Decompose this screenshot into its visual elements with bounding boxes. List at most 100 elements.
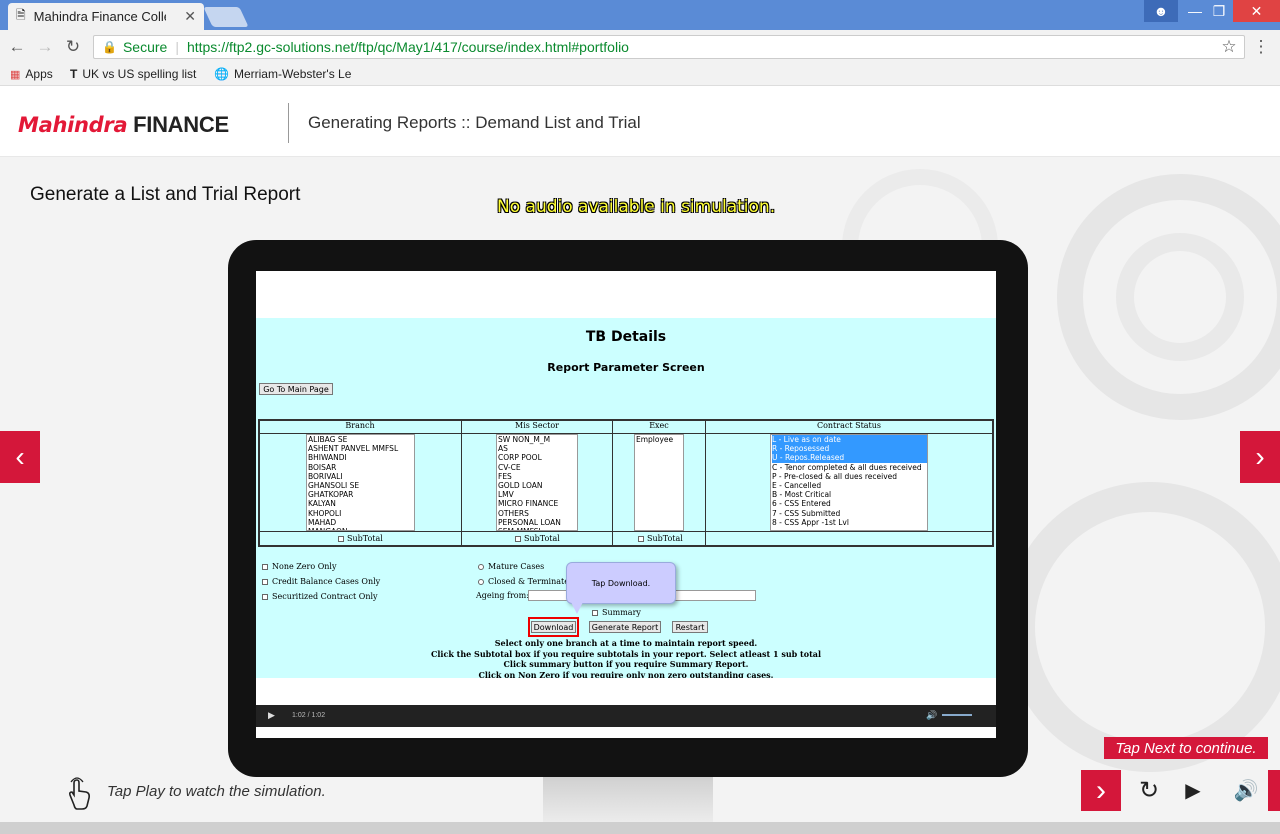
subtotal-label: SubTotal bbox=[524, 534, 560, 543]
list-option[interactable]: R - Reposessed bbox=[772, 444, 927, 454]
list-option[interactable]: GOLD LOAN bbox=[498, 481, 577, 490]
list-option[interactable]: U - Repos.Released bbox=[772, 453, 927, 463]
list-option[interactable]: ALIBAG SE bbox=[308, 435, 414, 444]
browser-tab[interactable]: 🗎 Mahindra Finance Collec ✕ bbox=[8, 3, 204, 30]
list-option[interactable]: AS bbox=[498, 444, 577, 453]
list-option[interactable]: SEM-MMFSL bbox=[498, 527, 577, 530]
list-option[interactable]: P - Pre-closed & all dues received bbox=[772, 472, 927, 481]
tap-next-hint: Tap Next to continue. bbox=[1104, 737, 1268, 759]
audio-notice: No audio available in simulation. bbox=[497, 197, 776, 217]
bookmark-label: Merriam-Webster's Le bbox=[233, 67, 352, 81]
next-button[interactable]: › bbox=[1081, 770, 1121, 811]
ageing-label: Ageing from: bbox=[476, 591, 529, 600]
main-page-button[interactable]: Go To Main Page bbox=[259, 383, 333, 395]
restore-button[interactable]: ❐ bbox=[1202, 0, 1236, 22]
status-listbox[interactable]: L - Live as on date R - Reposessed U - Rep… bbox=[770, 434, 928, 531]
video-volume-slider[interactable] bbox=[942, 714, 972, 716]
play-button[interactable]: ▶ bbox=[1171, 770, 1215, 811]
header-divider bbox=[288, 103, 289, 143]
bookmark-merriam[interactable]: 🌐 Merriam-Webster's Le bbox=[214, 67, 351, 81]
close-window-button[interactable]: ✕ bbox=[1233, 0, 1280, 22]
forward-icon[interactable]: → bbox=[34, 36, 56, 58]
subtotal-checkbox[interactable] bbox=[338, 535, 344, 542]
list-option[interactable]: E - Cancelled bbox=[772, 481, 927, 490]
list-option[interactable]: LMV bbox=[498, 490, 577, 499]
globe-icon: 🌐 bbox=[214, 67, 229, 81]
option-securitized[interactable]: Securitized Contract Only bbox=[262, 592, 378, 601]
list-option[interactable]: ASHENT PANVEL MMFSL bbox=[308, 444, 414, 453]
bookmark-label: Apps bbox=[25, 67, 53, 81]
page-icon: 🗎 bbox=[16, 8, 26, 22]
option-checkbox[interactable] bbox=[262, 593, 268, 600]
option-radio[interactable] bbox=[478, 563, 484, 570]
bookmark-apps[interactable]: ▦ Apps bbox=[10, 67, 53, 81]
list-option[interactable]: CORP POOL bbox=[498, 453, 577, 462]
brand-mahindra: Mahindra bbox=[18, 113, 128, 137]
branch-listbox[interactable]: ALIBAG SE ASHENT PANVEL MMFSL BHIWANDI BOIS… bbox=[306, 434, 415, 531]
option-mature-cases[interactable]: Mature Cases bbox=[478, 562, 544, 571]
list-option[interactable]: MAHAD bbox=[308, 518, 414, 527]
next-slide-side-button[interactable]: › bbox=[1240, 431, 1280, 483]
replay-icon: ↻ bbox=[1138, 777, 1160, 804]
option-closed-terminated[interactable]: Closed & Terminated bbox=[478, 577, 574, 586]
list-option[interactable]: SW NON_M_M bbox=[498, 435, 577, 444]
slide-title: Generate a List and Trial Report bbox=[30, 184, 301, 205]
list-option[interactable]: BOISAR bbox=[308, 463, 414, 472]
generate-report-button[interactable]: Generate Report bbox=[589, 621, 661, 633]
list-option[interactable]: CV-CE bbox=[498, 463, 577, 472]
option-checkbox[interactable] bbox=[262, 563, 268, 570]
restart-button[interactable]: Restart bbox=[672, 621, 708, 633]
option-checkbox[interactable] bbox=[262, 578, 268, 585]
list-option[interactable]: 8 - CSS Appr -1st Lvl bbox=[772, 518, 927, 527]
list-option[interactable]: Employee bbox=[636, 435, 683, 444]
subtotal-checkbox[interactable] bbox=[638, 535, 644, 542]
subtotal-checkbox[interactable] bbox=[515, 535, 521, 542]
subtotal-sector[interactable]: SubTotal bbox=[515, 534, 560, 543]
volume-button[interactable]: 🔊 bbox=[1224, 770, 1268, 811]
list-option[interactable]: GHANSOLI SE bbox=[308, 481, 414, 490]
list-option[interactable]: MICRO FINANCE bbox=[498, 499, 577, 508]
list-option[interactable]: MANGAON bbox=[308, 527, 414, 530]
replay-button[interactable]: ↻ bbox=[1127, 770, 1171, 811]
list-option[interactable]: BHIWANDI bbox=[308, 453, 414, 462]
option-label: Securitized Contract Only bbox=[272, 592, 378, 601]
subtotal-exec[interactable]: SubTotal bbox=[638, 534, 683, 543]
list-option[interactable]: L - Live as on date bbox=[772, 435, 927, 445]
option-none-zero[interactable]: None Zero Only bbox=[262, 562, 337, 571]
video-volume-icon[interactable]: 🔊 bbox=[926, 710, 937, 721]
bookmark-uk-us[interactable]: T UK vs US spelling list bbox=[70, 67, 196, 81]
reload-icon[interactable]: ↻ bbox=[62, 36, 84, 58]
option-radio[interactable] bbox=[478, 578, 484, 585]
option-credit-balance[interactable]: Credit Balance Cases Only bbox=[262, 577, 380, 586]
prev-slide-button[interactable]: ‹ bbox=[0, 431, 40, 483]
back-icon[interactable]: ← bbox=[6, 36, 28, 58]
sector-listbox[interactable]: SW NON_M_M AS CORP POOL CV-CE FES GOLD LOAN LM… bbox=[496, 434, 578, 531]
list-option[interactable]: PERSONAL LOAN bbox=[498, 518, 577, 527]
list-option[interactable]: BORIVALI bbox=[308, 472, 414, 481]
tap-play-hint: Tap Play to watch the simulation. bbox=[107, 783, 326, 800]
close-tab-icon[interactable]: ✕ bbox=[184, 8, 196, 25]
table-row-divider bbox=[260, 531, 992, 532]
list-option[interactable]: GHATKOPAR bbox=[308, 490, 414, 499]
col-header-branch: Branch bbox=[345, 421, 375, 430]
menu-icon[interactable]: ⋮ bbox=[1250, 36, 1272, 58]
exec-listbox[interactable]: Employee bbox=[634, 434, 684, 531]
list-option[interactable]: KHOPOLI bbox=[308, 509, 414, 518]
list-option[interactable]: C - Tenor completed & all dues received bbox=[772, 463, 927, 472]
option-summary[interactable]: Summary bbox=[592, 608, 641, 617]
summary-checkbox[interactable] bbox=[592, 609, 598, 616]
address-bar[interactable]: 🔒 Secure | https://ftp2.gc-solutions.net… bbox=[93, 35, 1245, 59]
video-play-icon[interactable]: ▶ bbox=[268, 710, 275, 721]
list-option[interactable]: OTHERS bbox=[498, 509, 577, 518]
list-option[interactable]: B - Most Critical bbox=[772, 490, 927, 499]
chevron-right-icon: › bbox=[1096, 773, 1106, 807]
list-option[interactable]: 7 - CSS Submitted bbox=[772, 509, 927, 518]
instruction-note: Click the Subtotal box if you require su… bbox=[431, 649, 821, 659]
option-label: Closed & Terminated bbox=[488, 577, 575, 586]
bookmark-star-icon[interactable]: ☆ bbox=[1218, 36, 1240, 58]
list-option[interactable]: KALYAN bbox=[308, 499, 414, 508]
list-option[interactable]: 6 - CSS Entered bbox=[772, 499, 927, 508]
subtotal-branch[interactable]: SubTotal bbox=[338, 534, 383, 543]
list-option[interactable]: FES bbox=[498, 472, 577, 481]
profile-icon[interactable]: ☻ bbox=[1144, 0, 1178, 22]
